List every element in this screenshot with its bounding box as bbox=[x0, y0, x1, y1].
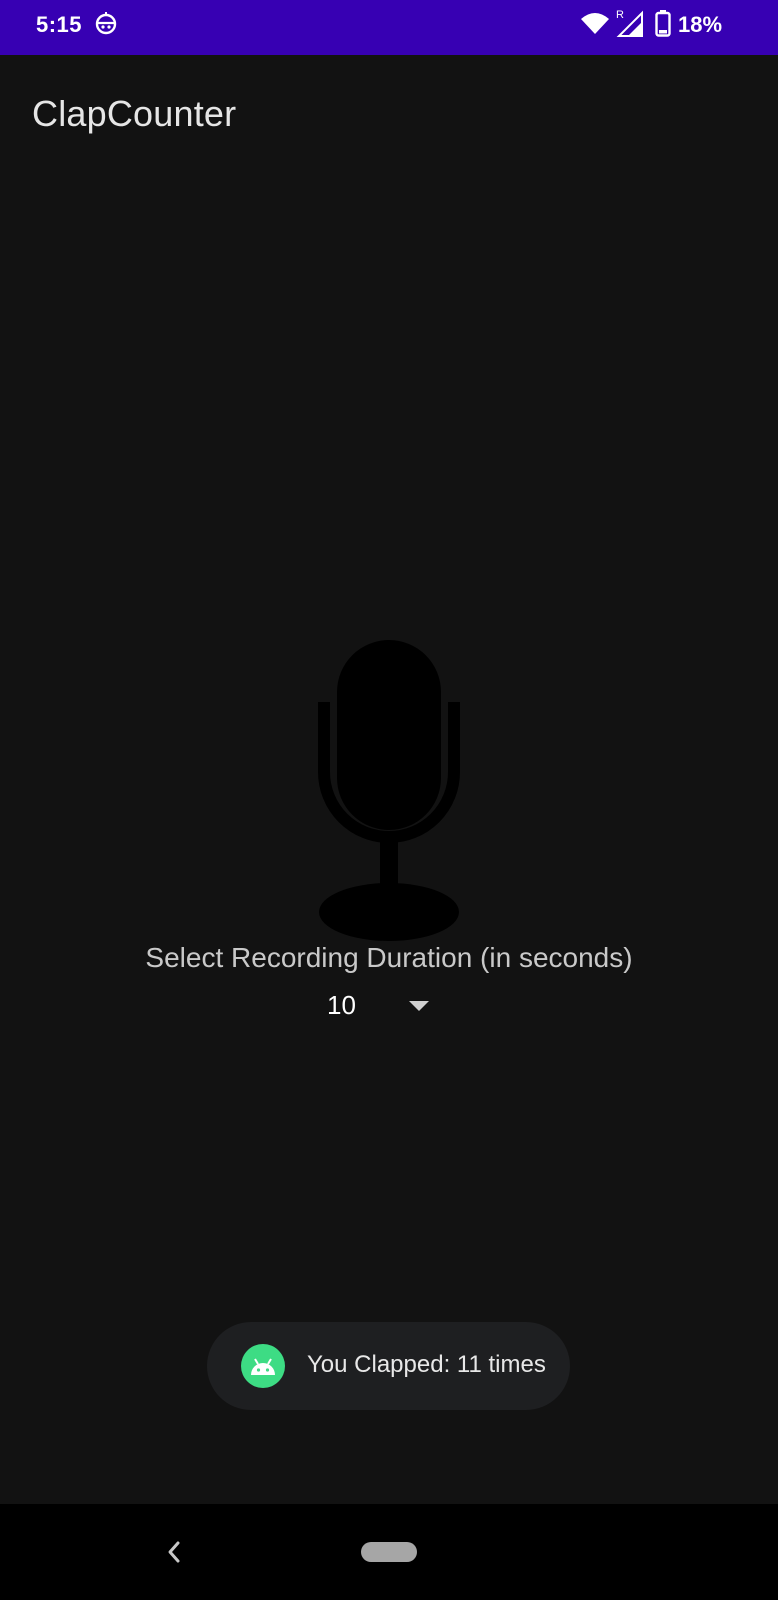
cell-signal-icon: R bbox=[616, 9, 643, 37]
battery-percent: 18% bbox=[678, 12, 723, 37]
robot-face-icon bbox=[95, 12, 117, 35]
status-time: 5:15 bbox=[36, 12, 83, 37]
duration-label: Select Recording Duration (in seconds) bbox=[145, 942, 633, 973]
duration-spinner[interactable]: 10 bbox=[320, 988, 440, 1028]
android-icon bbox=[241, 1344, 285, 1388]
microphone-icon[interactable] bbox=[318, 640, 460, 942]
app-screen: 5:15 R 18% ClapCounter Select Recording … bbox=[0, 0, 778, 1600]
roaming-badge: R bbox=[616, 9, 624, 21]
dropdown-arrow-icon bbox=[409, 1001, 429, 1011]
home-pill-icon[interactable] bbox=[361, 1542, 417, 1562]
status-bar: 5:15 R 18% bbox=[0, 0, 778, 55]
duration-value: 10 bbox=[327, 990, 356, 1020]
wifi-icon bbox=[581, 13, 609, 34]
toast-message: You Clapped: 11 times bbox=[207, 1322, 570, 1410]
app-title: ClapCounter bbox=[32, 93, 237, 134]
toast-text: You Clapped: 11 times bbox=[307, 1351, 546, 1378]
navigation-bar bbox=[0, 1504, 778, 1600]
back-chevron-icon[interactable] bbox=[162, 1534, 186, 1570]
battery-icon bbox=[655, 10, 671, 37]
